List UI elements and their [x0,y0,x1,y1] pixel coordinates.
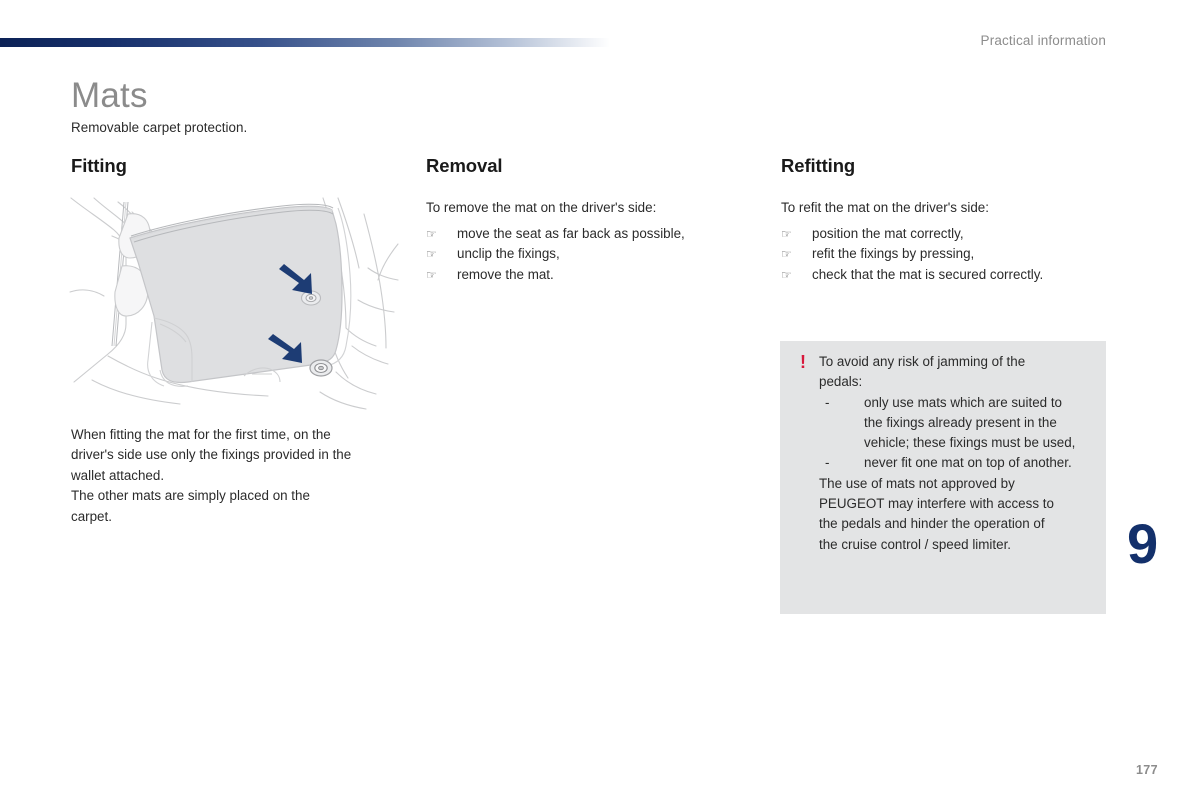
list-item: ☞ check that the mat is secured correctl… [781,265,1111,285]
hand-pointer-icon: ☞ [426,226,437,241]
list-item: ☞ remove the mat. [426,265,756,285]
header-gradient-bar [0,38,610,47]
list-item: ☞ position the mat correctly, [781,224,1111,244]
chapter-number-badge: 9 [1127,512,1158,575]
refitting-step-label: refit the fixings by pressing, [812,246,975,262]
fitting-note-line-3: wallet attached. [71,467,165,483]
fitting-note-line-4: The other mats are simply placed on the [71,488,310,504]
dash-bullet-icon: - [825,455,830,471]
fitting-note: When fitting the mat for the first time,… [71,425,411,527]
refitting-step-list: ☞ position the mat correctly, ☞ refit th… [781,224,1111,285]
warning-callout: ! To avoid any risk of jamming of the pe… [780,341,1106,614]
column-removal: Removal To remove the mat on the driver'… [426,155,756,285]
fitting-note-line-5: carpet. [71,508,112,524]
list-item: ☞ unclip the fixings, [426,244,756,264]
fitting-note-line-2: driver's side use only the fixings provi… [71,447,352,463]
mat-fixings-illustration [68,196,400,411]
removal-step-list: ☞ move the seat as far back as possible,… [426,224,756,285]
refitting-intro: To refit the mat on the driver's side: [781,200,989,216]
hand-pointer-icon: ☞ [426,247,437,262]
list-item: - only use mats which are suited to [819,393,1096,413]
warning-outro-line-3: the pedals and hinder the operation of [819,516,1045,532]
hand-pointer-icon: ☞ [781,226,792,241]
hand-pointer-icon: ☞ [426,267,437,282]
hand-pointer-icon: ☞ [781,267,792,282]
warning-outro-line-2: PEUGEOT may interfere with access to [819,496,1054,512]
warning-intro-line-1: To avoid any risk of jamming of the [819,354,1026,369]
warning-bullet-line: vehicle; these fixings must be used, [864,435,1076,451]
warning-bullet-line: only use mats which are suited to [864,394,1062,410]
removal-step-label: unclip the fixings, [457,246,560,262]
page-title: Mats [71,76,148,115]
page-number: 177 [1135,763,1158,777]
dash-bullet-icon: - [825,394,830,410]
refitting-step-label: check that the mat is secured correctly. [812,266,1044,282]
removal-heading: Removal [426,155,503,176]
warning-bullet-list: - only use mats which are suited to the … [819,393,1096,474]
warning-outro-line-1: The use of mats not approved by [819,475,1015,491]
page-subtitle: Removable carpet protection. [71,120,248,135]
list-item: ☞ move the seat as far back as possible, [426,224,756,244]
list-item: - never fit one mat on top of another. [819,453,1096,473]
refitting-heading: Refitting [781,155,856,176]
column-fitting: Fitting [71,155,401,198]
column-refitting: Refitting To refit the mat on the driver… [781,155,1111,285]
hand-pointer-icon: ☞ [781,247,792,262]
warning-bullet-line: never fit one mat on top of another. [864,455,1072,471]
removal-step-label: remove the mat. [457,266,554,282]
fitting-note-line-1: When fitting the mat for the first time,… [71,427,331,442]
fitting-heading: Fitting [71,155,127,176]
removal-intro: To remove the mat on the driver's side: [426,200,657,216]
list-item: the fixings already present in the [819,413,1096,433]
exclamation-mark-icon: ! [800,352,806,372]
warning-text: To avoid any risk of jamming of the peda… [819,352,1096,555]
warning-bullet-line: the fixings already present in the [864,414,1057,430]
warning-intro-line-2: pedals: [819,374,863,390]
removal-step-label: move the seat as far back as possible, [457,225,685,241]
list-item: vehicle; these fixings must be used, [819,433,1096,453]
warning-outro-line-4: the cruise control / speed limiter. [819,536,1012,552]
list-item: ☞ refit the fixings by pressing, [781,244,1111,264]
refitting-step-label: position the mat correctly, [812,225,964,241]
chapter-title: Practical information [980,33,1106,48]
